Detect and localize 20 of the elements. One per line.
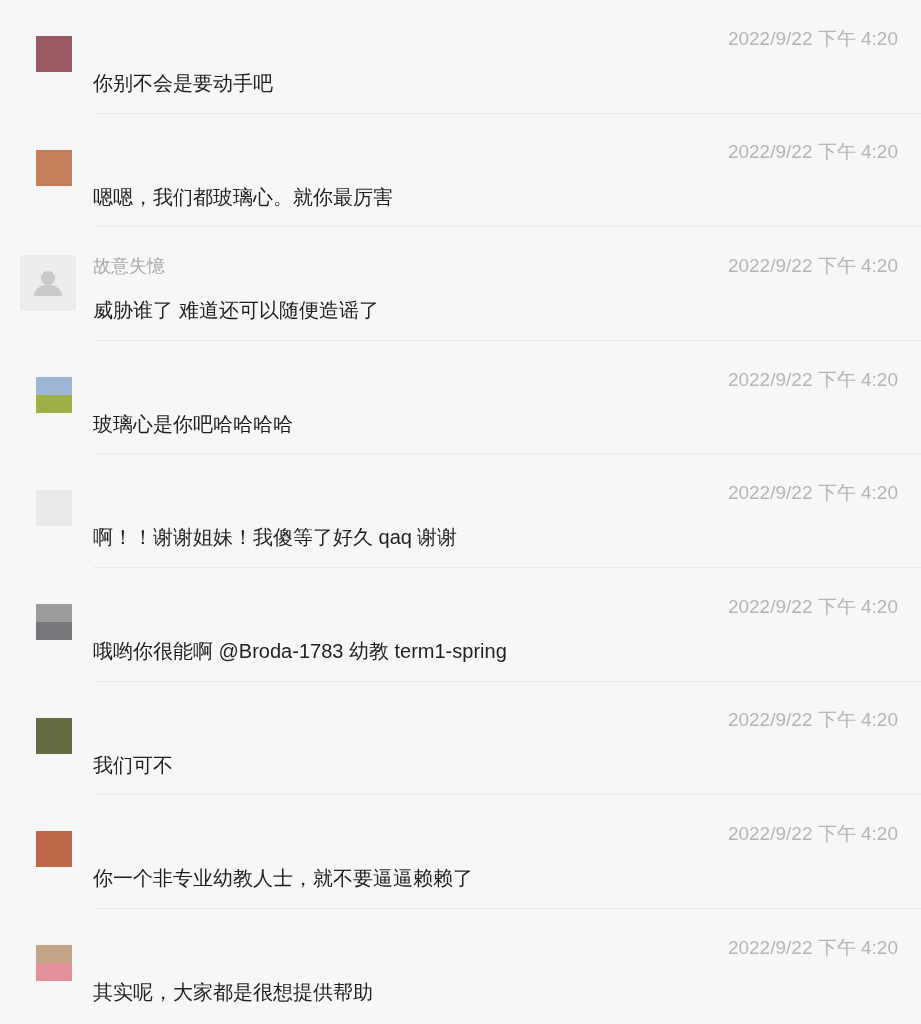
timestamp: 2022/9/22 下午 4:20 bbox=[727, 26, 898, 51]
comment-text: 威胁谁了 难道还可以随便造谣了 bbox=[93, 299, 379, 322]
comment-text: 玻璃心是你吧哈哈哈哈 bbox=[93, 412, 293, 435]
comment-text: 你别不会是要动手吧 bbox=[93, 72, 273, 94]
person-icon bbox=[33, 270, 63, 297]
comment-text: 嗯嗯，我们都玻璃心。就你最厉害 bbox=[93, 185, 393, 208]
timestamp: 2022/9/22 下午 4:20 bbox=[727, 821, 898, 846]
comment-text: 其实呢，大家都是很想提供帮助 bbox=[93, 980, 373, 1003]
timestamp: 2022/9/22 下午 4:20 bbox=[727, 253, 898, 278]
comment-text: 我们可不 bbox=[93, 753, 173, 776]
comment-text: 啊！！谢谢姐妹！我傻等了好久 qaq 谢谢 bbox=[93, 526, 458, 549]
timestamp: 2022/9/22 下午 4:20 bbox=[727, 481, 898, 506]
comment-text: 哦哟你很能啊 @Broda-1783 幼教 term1-spring bbox=[93, 639, 507, 662]
timestamp: 2022/9/22 下午 4:20 bbox=[727, 708, 898, 733]
timestamp: 2022/9/22 下午 4:20 bbox=[727, 367, 898, 392]
timestamp: 2022/9/22 下午 4:20 bbox=[727, 140, 898, 165]
user-name: 故意失憶 bbox=[93, 254, 165, 278]
timestamp: 2022/9/22 下午 4:20 bbox=[727, 594, 898, 619]
comment-text: 你一个非专业幼教人士，就不要逼逼赖赖了 bbox=[93, 867, 473, 890]
timestamp: 2022/9/22 下午 4:20 bbox=[727, 935, 898, 960]
